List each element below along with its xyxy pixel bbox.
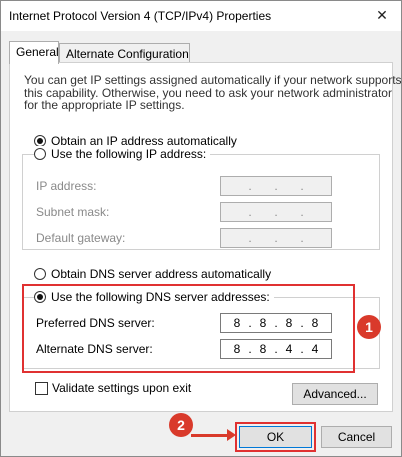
tab-general[interactable]: General: [9, 41, 59, 64]
step-2-badge: 2: [169, 413, 193, 437]
octet-separator: .: [274, 179, 278, 193]
validate-label: Validate settings upon exit: [52, 381, 192, 395]
dialog-window: Internet Protocol Version 4 (TCP/IPv4) P…: [0, 0, 402, 457]
ip-manual-radio-row[interactable]: Use the following IP address:: [34, 146, 211, 162]
default-gateway-row: Default gateway: . . .: [36, 228, 376, 248]
octet-separator: .: [248, 231, 252, 245]
octet-separator: .: [248, 205, 252, 219]
octet-separator: .: [300, 179, 304, 193]
window-title: Internet Protocol Version 4 (TCP/IPv4) P…: [9, 9, 272, 23]
dns-auto-radio[interactable]: [34, 268, 46, 280]
ip-manual-label: Use the following IP address:: [51, 147, 207, 161]
description-line: for the appropriate IP settings.: [24, 98, 185, 112]
title-bar: Internet Protocol Version 4 (TCP/IPv4) P…: [1, 1, 401, 31]
validate-row[interactable]: Validate settings upon exit: [35, 380, 191, 396]
octet-separator: .: [300, 231, 304, 245]
description-line: You can get IP settings assigned automat…: [24, 73, 402, 87]
advanced-button[interactable]: Advanced...: [292, 383, 378, 405]
ip-manual-radio[interactable]: [34, 148, 46, 160]
dns-auto-label: Obtain DNS server address automatically: [51, 267, 272, 281]
octet-separator: .: [300, 205, 304, 219]
close-icon[interactable]: ✕: [371, 5, 393, 27]
subnet-mask-row: Subnet mask: . . .: [36, 202, 376, 222]
default-gateway-label: Default gateway:: [36, 231, 126, 245]
validate-checkbox[interactable]: [35, 381, 48, 395]
tab-alternate-configuration[interactable]: Alternate Configuration: [59, 43, 190, 63]
ip-address-row: IP address: . . .: [36, 176, 376, 196]
ip-address-label: IP address:: [36, 179, 97, 193]
ok-button[interactable]: OK: [239, 426, 312, 448]
octet-separator: .: [274, 205, 278, 219]
octet-separator: .: [274, 231, 278, 245]
step-1-badge: 1: [357, 315, 381, 339]
octet-separator: .: [248, 179, 252, 193]
dns-highlight-box: [22, 284, 355, 373]
dns-auto-radio-row[interactable]: Obtain DNS server address automatically: [34, 266, 271, 282]
description-text: You can get IP settings assigned automat…: [24, 73, 402, 112]
cancel-button[interactable]: Cancel: [321, 426, 392, 448]
subnet-mask-input: . . .: [220, 202, 332, 222]
arrow-line: [191, 434, 229, 437]
default-gateway-input: . . .: [220, 228, 332, 248]
subnet-mask-label: Subnet mask:: [36, 205, 110, 219]
ip-address-input: . . .: [220, 176, 332, 196]
